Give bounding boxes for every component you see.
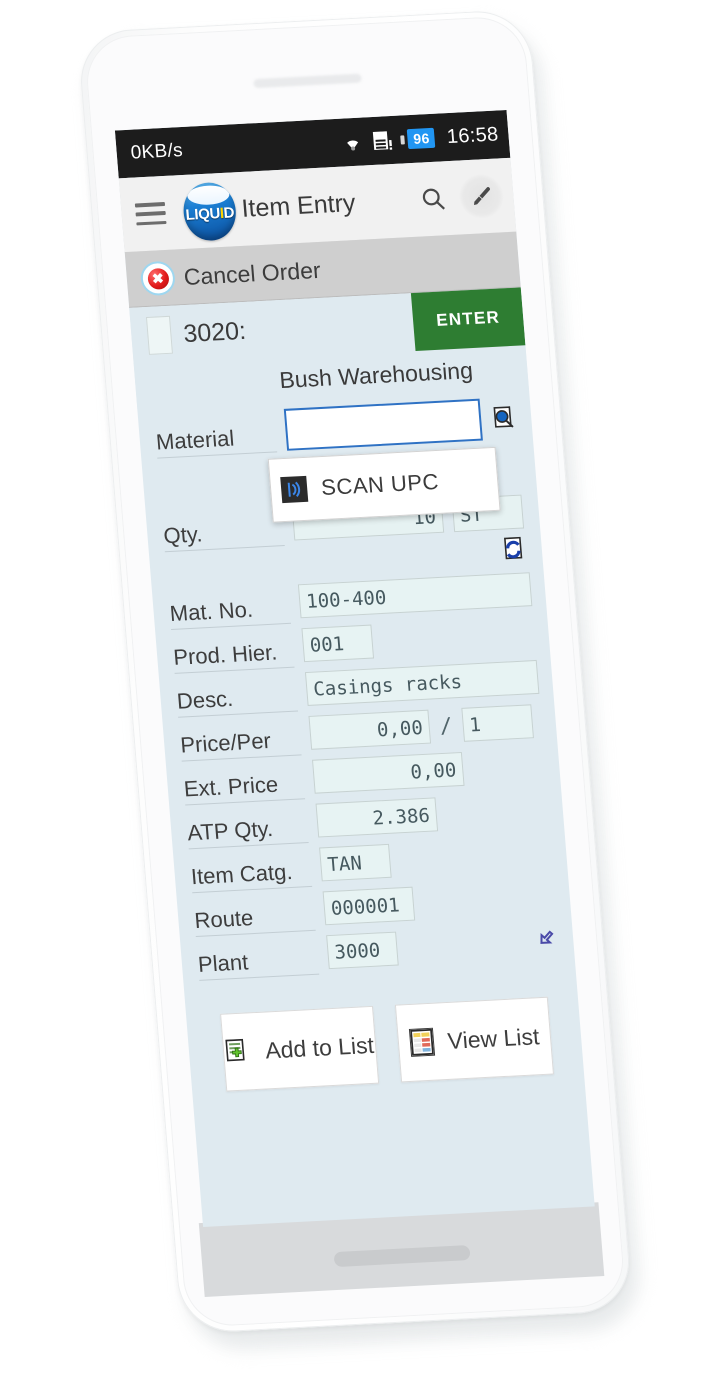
barcode-scan-icon <box>280 475 309 504</box>
material-input[interactable] <box>283 398 483 451</box>
battery-cap <box>400 134 406 145</box>
screenshot-stage: 0KB/s 96 16:58 LIQUID Item Entry ✖ Cance… <box>0 0 724 1373</box>
document-refresh-icon[interactable] <box>501 535 529 567</box>
view-list-icon <box>408 1027 435 1057</box>
prod-hier-value[interactable]: 001 <box>301 624 375 663</box>
add-to-list-icon <box>224 1038 252 1065</box>
phone-device: 0KB/s 96 16:58 LIQUID Item Entry ✖ Cance… <box>76 8 651 1358</box>
action-buttons: Add to List View List <box>199 962 570 1093</box>
brush-icon[interactable] <box>457 173 506 220</box>
cancel-order-icon: ✖ <box>139 260 177 297</box>
price-value[interactable]: 0,00 <box>308 709 432 750</box>
cancel-glyph: ✖ <box>146 267 170 290</box>
sold-to-field[interactable] <box>145 315 173 355</box>
material-label: Material <box>155 423 278 459</box>
status-icons: 96 16:58 <box>340 123 499 154</box>
battery-level-badge: 96 <box>407 127 436 150</box>
scan-upc-suggestion[interactable]: SCAN UPC <box>267 446 501 523</box>
add-to-list-label: Add to List <box>264 1031 375 1063</box>
atp-qty-value[interactable]: 2.386 <box>315 797 439 838</box>
network-speed-label: 0KB/s <box>129 139 184 164</box>
price-separator: / <box>438 713 454 739</box>
sim-card-alert-icon <box>373 131 393 150</box>
view-list-label: View List <box>446 1022 541 1054</box>
logo-gloss <box>186 184 231 206</box>
desc-value[interactable]: Casings racks <box>304 659 540 706</box>
view-list-button[interactable]: View List <box>394 996 555 1083</box>
route-value[interactable]: 000001 <box>322 886 416 926</box>
item-catg-value[interactable]: TAN <box>319 843 392 882</box>
undo-arrow-icon[interactable] <box>534 926 560 956</box>
scan-upc-label: SCAN UPC <box>320 468 440 501</box>
page-title: Item Entry <box>240 188 357 223</box>
plant-value[interactable]: 3000 <box>326 931 399 970</box>
status-clock: 16:58 <box>446 122 500 148</box>
enter-button[interactable]: ENTER <box>410 287 526 351</box>
logo-wordmark: LIQUID <box>185 204 235 224</box>
search-icon[interactable] <box>410 176 457 222</box>
hamburger-menu-icon[interactable] <box>134 201 167 226</box>
mat-no-value[interactable]: 100-400 <box>297 572 533 619</box>
ext-price-value[interactable]: 0,00 <box>311 751 465 794</box>
liquid-logo: LIQUID <box>177 179 242 242</box>
customer-name: Bush Warehousing <box>278 356 474 393</box>
customer-number: 3020: <box>182 316 248 348</box>
wifi-icon <box>347 140 359 151</box>
add-to-list-button[interactable]: Add to List <box>220 1005 380 1092</box>
cancel-order-label: Cancel Order <box>182 256 322 290</box>
document-search-icon[interactable] <box>490 405 518 432</box>
per-value[interactable]: 1 <box>460 704 534 742</box>
item-entry-form: Material SCAN UPC Qty. 10 ST Mat. No. 10… <box>137 389 584 1093</box>
